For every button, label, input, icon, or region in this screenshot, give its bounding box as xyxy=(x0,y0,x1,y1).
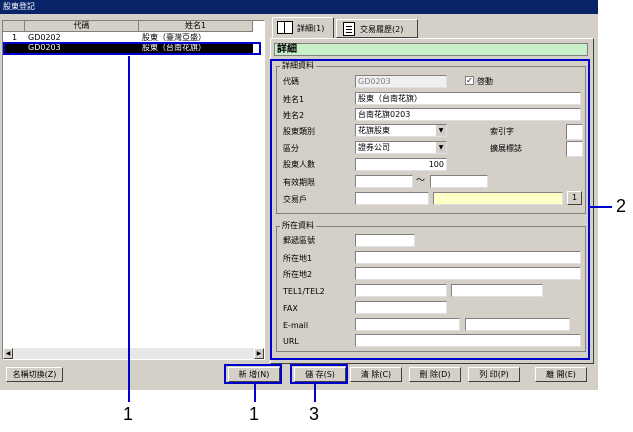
scroll-left-icon[interactable]: ◀ xyxy=(3,348,13,359)
url-label: URL xyxy=(283,337,299,346)
callout-line xyxy=(314,384,316,402)
list-header-code[interactable]: 代碼 xyxy=(25,21,139,32)
close-button[interactable]: 離 開(E) xyxy=(535,367,587,382)
email2-field[interactable] xyxy=(465,318,570,331)
clear-button[interactable]: 清 除(C) xyxy=(350,367,402,382)
addr1-label: 所在地1 xyxy=(283,254,313,263)
selected-row-highlight xyxy=(3,42,261,55)
category-label: 股東類別 xyxy=(283,127,315,136)
window-title: 股東登記 xyxy=(0,0,598,14)
email1-field[interactable] xyxy=(355,318,460,331)
addr1-field[interactable] xyxy=(355,251,581,264)
document-icon xyxy=(343,22,355,36)
enable-checkbox[interactable]: ✓ xyxy=(465,76,474,85)
code-field[interactable]: GD0203 xyxy=(355,75,447,88)
chevron-down-icon[interactable]: ▼ xyxy=(435,125,446,136)
addr2-label: 所在地2 xyxy=(283,270,313,279)
division-label: 區分 xyxy=(283,144,299,153)
detail-header-bar: 詳細 xyxy=(274,43,588,56)
period-start-field[interactable] xyxy=(355,175,413,188)
chevron-down-icon[interactable]: ▼ xyxy=(435,142,446,153)
delete-button[interactable]: 刪 除(D) xyxy=(409,367,461,382)
app-window: 股東登記 代碼 姓名1 1 GD0202 股東（臺灣亞盛） GD0203 股東（… xyxy=(0,0,598,390)
period-label: 有效期限 xyxy=(283,178,315,187)
list-header-num xyxy=(3,21,25,32)
flag-label: 擴展標誌 xyxy=(490,144,522,153)
new-button-highlight xyxy=(224,364,282,384)
switch-name-button[interactable]: 名稱切換(Z) xyxy=(6,367,63,382)
account-name-field xyxy=(433,192,563,205)
tab-history[interactable]: 交易履歷(2) xyxy=(336,19,418,38)
callout-number: 3 xyxy=(309,404,320,424)
shareholder-list[interactable]: 代碼 姓名1 1 GD0202 股東（臺灣亞盛） GD0203 股東（台南花旗）… xyxy=(2,20,265,360)
tab-details[interactable]: 詳細(1) xyxy=(272,17,334,38)
period-separator: 〜 xyxy=(416,176,426,186)
name2-field[interactable]: 台南花旗0203 xyxy=(355,108,581,121)
account-label: 交易戶 xyxy=(283,195,307,204)
code-label: 代碼 xyxy=(283,77,299,86)
scroll-right-icon[interactable]: ▶ xyxy=(254,348,264,359)
name1-field[interactable]: 股東（台南花旗） xyxy=(355,92,581,105)
name1-label: 姓名1 xyxy=(283,95,305,104)
account-lookup-button[interactable]: 1 xyxy=(567,191,582,205)
tel1-field[interactable] xyxy=(355,284,447,297)
division-select[interactable]: 證券公司 ▼ xyxy=(355,141,447,154)
division-value: 證券公司 xyxy=(358,143,390,152)
email-label: E-mail xyxy=(283,321,309,330)
address-group-title: 所在資料 xyxy=(280,221,316,230)
postal-field[interactable] xyxy=(355,234,415,247)
count-label: 股東人數 xyxy=(283,160,315,169)
tab-history-label: 交易履歷(2) xyxy=(360,25,404,34)
detail-header: 詳細 xyxy=(277,44,297,55)
detail-group-title: 詳細資料 xyxy=(280,61,316,70)
callout-line xyxy=(254,384,256,402)
horizontal-scrollbar[interactable]: ◀ ▶ xyxy=(3,348,264,359)
callout-number: 2 xyxy=(616,196,627,216)
callout-number: 1 xyxy=(123,404,134,424)
fax-field[interactable] xyxy=(355,301,447,314)
index-label: 索引字 xyxy=(490,127,514,136)
tel-label: TEL1/TEL2 xyxy=(283,287,325,296)
callout-line xyxy=(128,56,130,402)
flag-field[interactable] xyxy=(566,141,583,157)
count-field[interactable]: 100 xyxy=(355,158,447,171)
url-field[interactable] xyxy=(355,334,581,347)
book-icon xyxy=(277,21,293,34)
callout-number: 1 xyxy=(249,404,260,424)
postal-label: 郵遞區號 xyxy=(283,236,315,245)
tel2-field[interactable] xyxy=(451,284,543,297)
callout-line xyxy=(590,206,612,208)
print-button[interactable]: 列 印(P) xyxy=(468,367,520,382)
period-end-field[interactable] xyxy=(430,175,488,188)
addr2-field[interactable] xyxy=(355,267,581,280)
category-value: 花旗股東 xyxy=(358,126,390,135)
list-header-name[interactable]: 姓名1 xyxy=(139,21,253,32)
index-field[interactable] xyxy=(566,124,583,140)
account-code-field[interactable] xyxy=(355,192,429,205)
save-button-highlight xyxy=(290,364,348,384)
category-select[interactable]: 花旗股東 ▼ xyxy=(355,124,447,137)
fax-label: FAX xyxy=(283,304,298,313)
enable-label: 啓動 xyxy=(477,77,493,86)
tab-details-label: 詳細(1) xyxy=(297,24,325,33)
name2-label: 姓名2 xyxy=(283,111,305,120)
